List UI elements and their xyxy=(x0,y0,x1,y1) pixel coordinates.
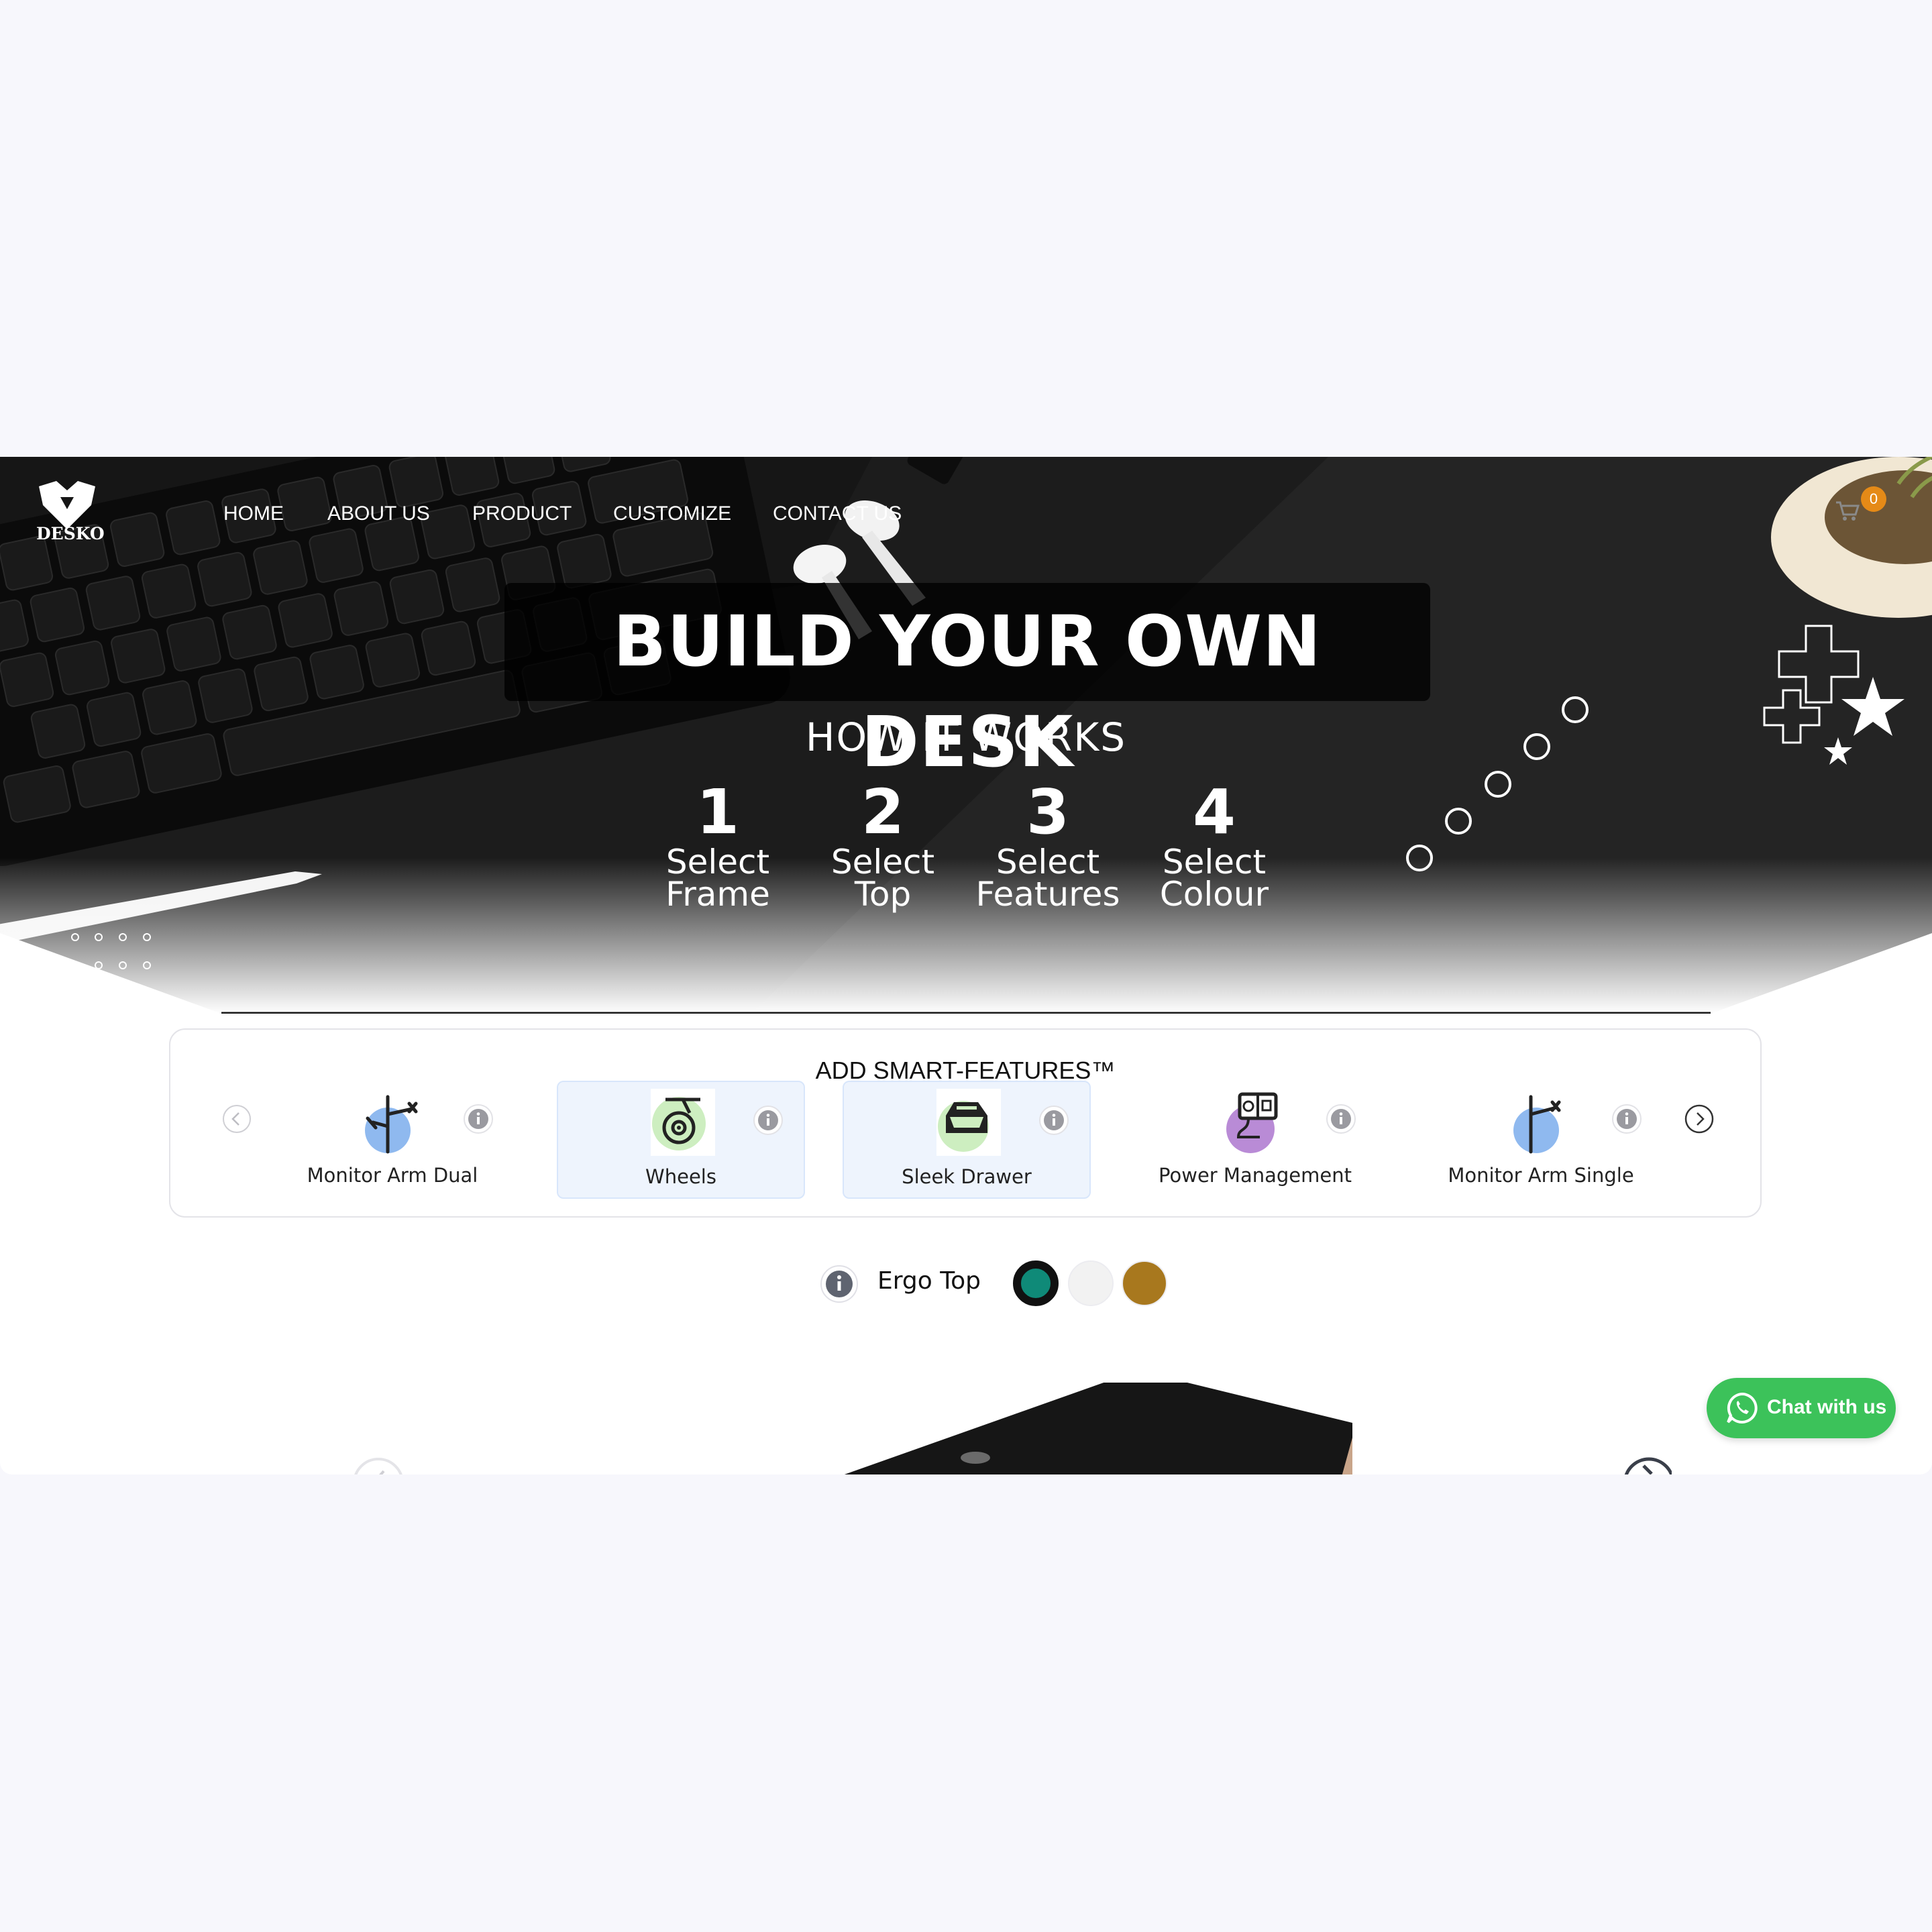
step-label-line1: Select xyxy=(996,843,1100,881)
step-label-line2: Colour xyxy=(1159,875,1269,914)
feature-monitor-arm-single[interactable]: Monitor Arm Single xyxy=(1417,1081,1665,1199)
info-icon[interactable] xyxy=(463,1104,494,1134)
how-it-works-heading: HOW IT WORKS xyxy=(805,714,1127,760)
color-swatch-white[interactable] xyxy=(1068,1260,1114,1306)
desk-preview-image xyxy=(354,1383,1352,1474)
whatsapp-icon xyxy=(1727,1392,1758,1424)
page: DESKO HOME ABOUT US PRODUCT CUSTOMIZE CO… xyxy=(0,457,1932,1474)
chat-label: Chat with us xyxy=(1767,1396,1887,1418)
color-swatch-gold[interactable] xyxy=(1122,1260,1167,1306)
feature-wheels[interactable]: Wheels xyxy=(557,1081,805,1199)
step-label-line1: Select xyxy=(830,843,935,881)
step-label-line1: Select xyxy=(1162,843,1267,881)
info-icon[interactable] xyxy=(753,1105,784,1136)
feature-name: Power Management xyxy=(1159,1164,1352,1187)
color-swatch-teal[interactable] xyxy=(1013,1260,1059,1306)
preview-prev-arrow-icon xyxy=(354,1458,402,1474)
step-number: 3 xyxy=(1026,776,1069,848)
step-4: 4 Select Colour xyxy=(1127,776,1301,914)
feature-power-management[interactable]: Power Management xyxy=(1131,1081,1379,1199)
monitor-arm-single-icon xyxy=(1513,1095,1561,1154)
feature-name: Monitor Arm Dual xyxy=(307,1164,478,1187)
power-management-icon xyxy=(1226,1092,1278,1153)
drawer-icon xyxy=(936,1089,1001,1156)
top-name-label: Ergo Top xyxy=(877,1267,981,1295)
monitor-arm-dual-icon xyxy=(365,1095,418,1154)
hero-banner: DESKO HOME ABOUT US PRODUCT CUSTOMIZE CO… xyxy=(0,457,1932,1014)
feature-name: Sleek Drawer xyxy=(902,1165,1032,1188)
step-2: 2 Select Top xyxy=(796,776,970,914)
preview-next-arrow-icon[interactable] xyxy=(1618,1450,1672,1474)
step-label-line2: Top xyxy=(854,875,912,914)
step-label-line1: Select xyxy=(665,843,770,881)
hero-title: BUILD YOUR OWN DESK xyxy=(612,600,1322,783)
carousel-prev-arrow-icon[interactable] xyxy=(221,1104,252,1134)
feature-monitor-arm-dual[interactable]: Monitor Arm Dual xyxy=(268,1081,517,1199)
cart-count-badge: 0 xyxy=(1861,486,1886,512)
cart-icon[interactable] xyxy=(1834,497,1861,524)
step-number: 4 xyxy=(1192,776,1236,848)
carousel-next-arrow-icon[interactable] xyxy=(1684,1104,1715,1134)
step-label-line2: Frame xyxy=(665,875,770,914)
nav-home[interactable]: HOME xyxy=(223,502,284,525)
info-icon[interactable] xyxy=(1611,1104,1642,1134)
feature-name: Wheels xyxy=(645,1165,716,1188)
info-icon[interactable] xyxy=(1038,1105,1069,1136)
step-3: 3 Select Features xyxy=(961,776,1135,914)
brand-name: DESKO xyxy=(36,524,105,543)
step-number: 2 xyxy=(861,776,904,848)
feature-sleek-drawer[interactable]: Sleek Drawer xyxy=(843,1081,1091,1199)
nav-customize[interactable]: CUSTOMIZE xyxy=(613,502,731,525)
chat-with-us-button[interactable]: Chat with us xyxy=(1707,1378,1896,1438)
nav-product[interactable]: PRODUCT xyxy=(472,502,572,525)
nav-contact-us[interactable]: CONTACT US xyxy=(773,502,902,525)
feature-name: Monitor Arm Single xyxy=(1448,1164,1634,1187)
info-icon[interactable] xyxy=(820,1265,859,1303)
smart-features-card: ADD SMART-FEATURES™ Monitor Arm Dual Whe… xyxy=(169,1028,1762,1218)
nav-about-us[interactable]: ABOUT US xyxy=(327,502,430,525)
step-1: 1 Select Frame xyxy=(631,776,805,914)
step-label-line2: Features xyxy=(975,875,1120,914)
info-icon[interactable] xyxy=(1326,1104,1356,1134)
step-number: 1 xyxy=(696,776,739,848)
wheels-icon xyxy=(651,1089,715,1156)
